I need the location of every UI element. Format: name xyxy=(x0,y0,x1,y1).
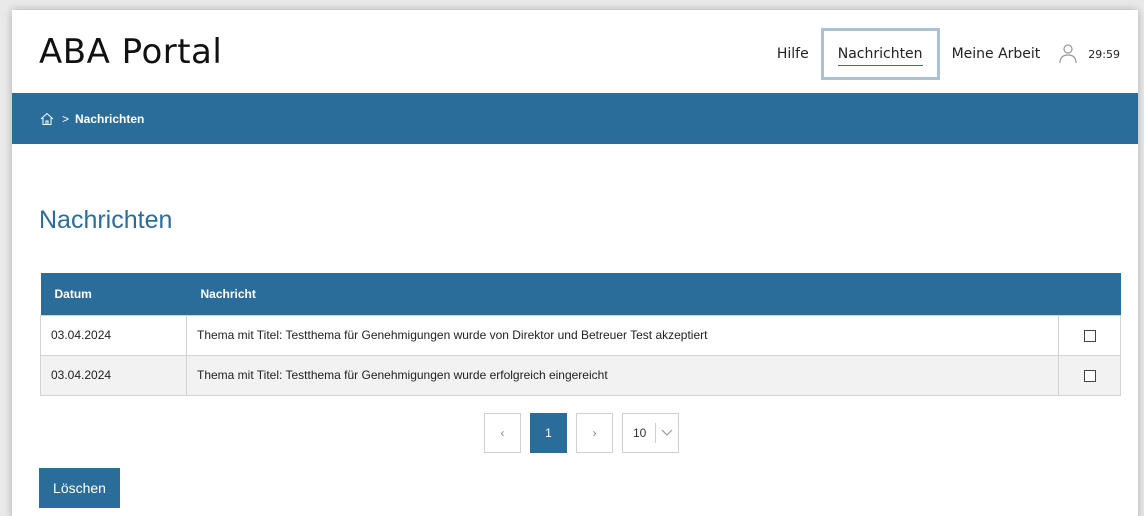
pagination: ‹ 1 › 10 xyxy=(484,413,679,453)
top-navigation: Hilfe Nachrichten Meine Arbeit 29:59 xyxy=(771,28,1120,80)
header: ABA Portal Hilfe Nachrichten Meine Arbei… xyxy=(12,10,1138,93)
nav-messages[interactable]: Nachrichten xyxy=(837,46,923,66)
cell-select xyxy=(1058,354,1121,396)
user-icon[interactable] xyxy=(1058,43,1078,65)
app-logo[interactable]: ABA Portal xyxy=(39,32,222,72)
table-row: 03.04.2024 Thema mit Titel: Testthema fü… xyxy=(40,354,1121,396)
messages-table: Datum Nachricht 03.04.2024 Thema mit Tit… xyxy=(40,273,1121,396)
row-checkbox[interactable] xyxy=(1083,329,1096,342)
nav-messages-active[interactable]: Nachrichten xyxy=(820,28,940,80)
cell-date: 03.04.2024 xyxy=(40,314,187,356)
table-header-row: Datum Nachricht xyxy=(40,273,1121,315)
page-button-current[interactable]: 1 xyxy=(530,413,567,453)
breadcrumb-separator: > xyxy=(62,111,70,126)
home-icon[interactable] xyxy=(40,112,54,126)
cell-date: 03.04.2024 xyxy=(40,354,187,396)
prev-page-button[interactable]: ‹ xyxy=(484,413,521,453)
cell-message: Thema mit Titel: Testthema für Genehmigu… xyxy=(186,314,1059,356)
browser-window: ABA Portal Hilfe Nachrichten Meine Arbei… xyxy=(12,10,1138,516)
column-header-date[interactable]: Datum xyxy=(40,273,187,315)
breadcrumb-current: Nachrichten xyxy=(75,111,145,126)
column-header-message[interactable]: Nachricht xyxy=(186,273,1059,315)
column-header-select xyxy=(1058,273,1121,315)
nav-my-work[interactable]: Meine Arbeit xyxy=(946,46,1047,62)
table-row: 03.04.2024 Thema mit Titel: Testthema fü… xyxy=(40,314,1121,356)
cell-message: Thema mit Titel: Testthema für Genehmigu… xyxy=(186,354,1059,396)
delete-button[interactable]: Löschen xyxy=(39,468,120,508)
page-title: Nachrichten xyxy=(39,206,173,234)
page-size-value: 10 xyxy=(633,426,647,440)
next-page-button[interactable]: › xyxy=(576,413,613,453)
chevron-down-icon xyxy=(656,429,678,437)
breadcrumb: > Nachrichten xyxy=(12,93,1138,144)
cell-select xyxy=(1058,314,1121,356)
row-checkbox[interactable] xyxy=(1083,369,1096,382)
nav-help[interactable]: Hilfe xyxy=(771,46,815,62)
session-timer: 29:59 xyxy=(1088,47,1120,61)
page-size-select[interactable]: 10 xyxy=(622,413,679,453)
